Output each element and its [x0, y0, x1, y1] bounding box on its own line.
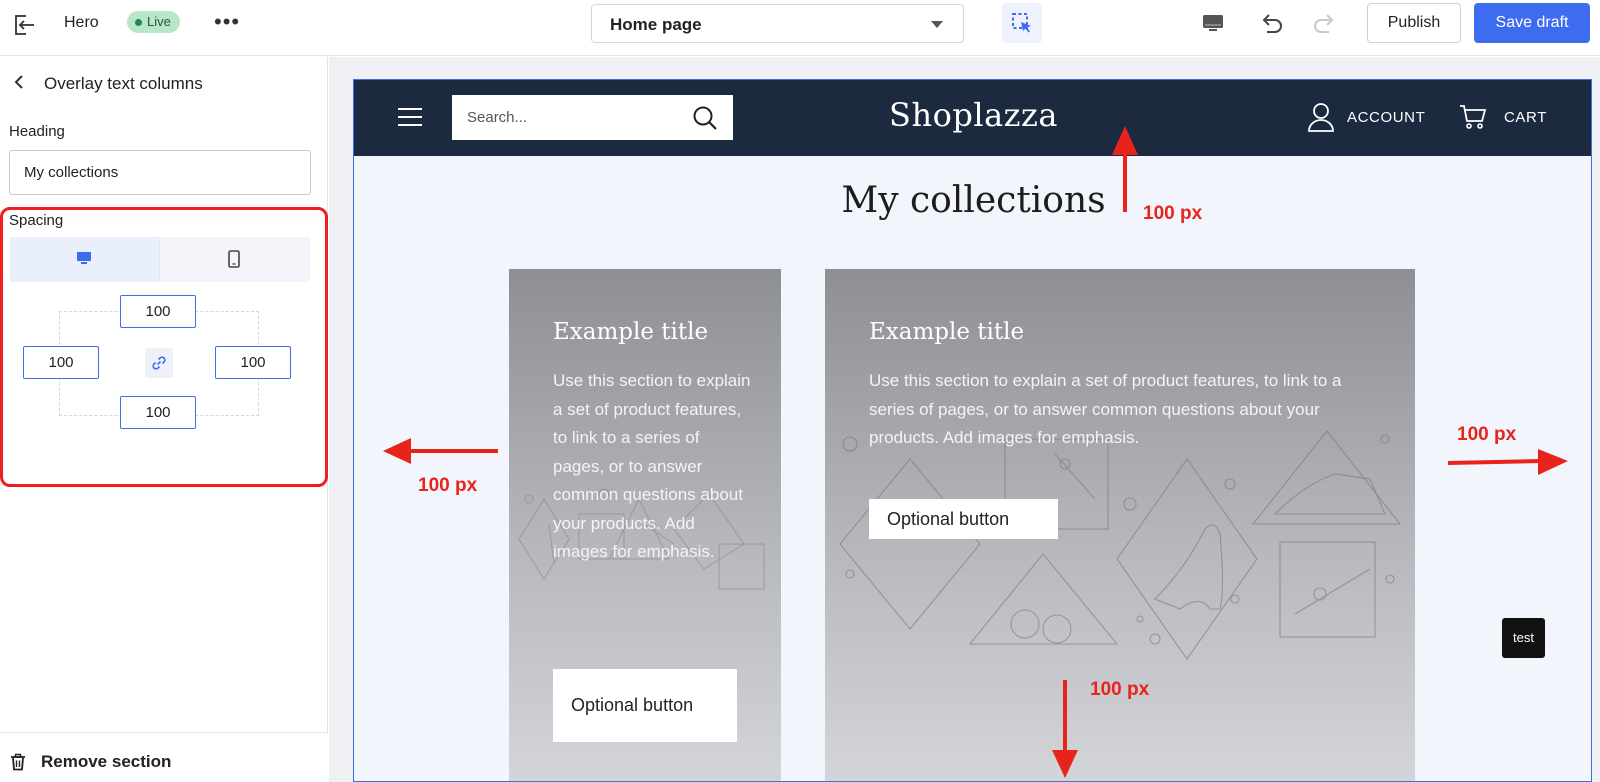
undo-icon[interactable] — [1257, 9, 1285, 37]
remove-section-button[interactable]: Remove section — [0, 732, 328, 782]
collections-heading: My collections — [841, 180, 1106, 221]
more-options-icon[interactable]: ••• — [214, 8, 240, 36]
optional-button[interactable]: Optional button — [553, 669, 737, 742]
annotation-left-label: 100 px — [418, 475, 478, 496]
cart-link[interactable]: CART — [1504, 109, 1547, 126]
heading-label: Heading — [9, 123, 65, 140]
link-spacing-button[interactable] — [145, 348, 173, 378]
spacing-bottom-input[interactable] — [120, 396, 196, 429]
live-badge-label: Live — [147, 14, 171, 29]
store-header: Search... Shoplazza ACCOUNT CART — [354, 80, 1591, 156]
section-title: Hero — [64, 14, 99, 31]
annotation-top-label: 100 px — [1143, 203, 1203, 224]
live-badge: Live — [127, 11, 180, 33]
card-text: Use this section to explain a set of pro… — [869, 371, 1342, 447]
settings-sidebar: Overlay text columns Heading Spacing — [0, 57, 328, 782]
page-select-value: Home page — [610, 15, 702, 34]
cursor-select-icon — [1012, 13, 1031, 33]
back-arrow-icon[interactable] — [10, 73, 28, 91]
spacing-right-input[interactable] — [215, 346, 291, 379]
heading-input[interactable] — [9, 150, 311, 195]
tab-mobile[interactable] — [160, 237, 310, 282]
account-icon[interactable] — [1307, 102, 1335, 132]
spacing-label: Spacing — [9, 212, 64, 229]
page-select[interactable]: Home page — [591, 4, 964, 43]
live-dot-icon — [135, 18, 142, 26]
exit-icon[interactable] — [12, 12, 38, 38]
link-icon — [152, 356, 166, 370]
tab-desktop[interactable] — [10, 237, 160, 282]
redo-icon[interactable] — [1311, 9, 1339, 37]
top-bar: Hero Live ••• Home page Publish Save dra… — [0, 0, 1600, 56]
cart-icon[interactable] — [1459, 104, 1487, 130]
chevron-down-icon — [931, 21, 943, 28]
card-title: Example title — [869, 319, 1025, 345]
spacing-top-input[interactable] — [120, 295, 196, 328]
device-tabs — [10, 237, 310, 282]
account-link[interactable]: ACCOUNT — [1347, 109, 1425, 126]
test-badge[interactable]: test — [1502, 618, 1545, 658]
card-text: Use this section to explain a set of pro… — [553, 371, 751, 561]
mobile-icon — [228, 250, 240, 268]
annotation-right-label: 100 px — [1457, 424, 1517, 445]
card-title: Example title — [553, 319, 709, 345]
spacing-left-input[interactable] — [23, 346, 99, 379]
select-tool-button[interactable] — [1002, 3, 1042, 43]
text-column-card[interactable]: Example title Use this section to explai… — [509, 269, 781, 781]
trash-icon — [11, 753, 25, 771]
remove-section-label: Remove section — [41, 752, 172, 771]
desktop-icon — [77, 252, 91, 264]
publish-button[interactable]: Publish — [1367, 3, 1461, 43]
annotation-bottom-label: 100 px — [1090, 679, 1150, 700]
text-column-card[interactable]: Example title Use this section to explai… — [825, 269, 1415, 781]
save-draft-button[interactable]: Save draft — [1474, 3, 1590, 43]
sidebar-title: Overlay text columns — [44, 74, 203, 93]
store-preview[interactable]: Search... Shoplazza ACCOUNT CART My coll… — [353, 79, 1592, 782]
desktop-preview-icon[interactable] — [1200, 10, 1226, 36]
optional-button[interactable]: Optional button — [869, 499, 1058, 539]
